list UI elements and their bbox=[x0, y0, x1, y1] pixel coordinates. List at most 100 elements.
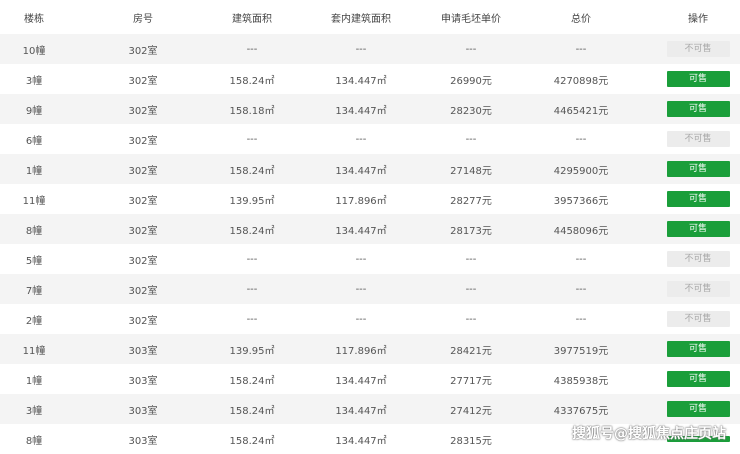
table-row: 3幢 303室 158.24㎡ 134.447㎡ 27412元 4337675元 可售 bbox=[0, 394, 740, 424]
available-button[interactable]: 可售 bbox=[666, 101, 730, 117]
unit-price-cell: 28315元 bbox=[450, 435, 492, 447]
area-cell: 158.24㎡ bbox=[229, 375, 275, 387]
area-cell: 158.24㎡ bbox=[229, 165, 275, 177]
area-cell: --- bbox=[246, 253, 258, 265]
inner-area-cell: --- bbox=[355, 133, 367, 145]
action-cell: 可售 bbox=[656, 101, 740, 117]
room-cell: 302室 bbox=[128, 315, 158, 327]
unit-price-cell: 28230元 bbox=[450, 105, 492, 117]
unit-price-cell: --- bbox=[465, 313, 477, 325]
action-cell: 可售 bbox=[656, 71, 740, 87]
table-row: 11幢 302室 139.95㎡ 117.896㎡ 28277元 3957366元 可售 bbox=[0, 184, 740, 214]
building-cell: 3幢 bbox=[25, 405, 43, 417]
table-row: 1幢 302室 158.24㎡ 134.447㎡ 27148元 4295900元 可售 bbox=[0, 154, 740, 184]
area-cell: 158.24㎡ bbox=[229, 75, 275, 87]
available-button[interactable]: 可售 bbox=[666, 191, 730, 207]
area-cell: 158.24㎡ bbox=[229, 405, 275, 417]
inner-area-cell: 117.896㎡ bbox=[335, 345, 387, 357]
room-cell: 302室 bbox=[128, 45, 158, 57]
action-cell: 不可售 bbox=[656, 251, 740, 267]
action-cell: 不可售 bbox=[656, 131, 740, 147]
inner-area-cell: --- bbox=[355, 283, 367, 295]
room-cell: 302室 bbox=[128, 255, 158, 267]
header-room: 房号 bbox=[133, 13, 153, 25]
building-cell: 11幢 bbox=[22, 195, 46, 207]
total-cell: 4270898元 bbox=[553, 75, 609, 87]
room-cell: 303室 bbox=[128, 375, 158, 387]
table-row: 11幢 303室 139.95㎡ 117.896㎡ 28421元 3977519元 可售 bbox=[0, 334, 740, 364]
action-cell: 可售 bbox=[656, 371, 740, 387]
watermark: 搜狐号@搜狐焦点庄页站 bbox=[572, 426, 726, 442]
table-row: 1幢 303室 158.24㎡ 134.447㎡ 27717元 4385938元 可售 bbox=[0, 364, 740, 394]
unit-price-cell: --- bbox=[465, 133, 477, 145]
room-cell: 302室 bbox=[128, 195, 158, 207]
room-cell: 303室 bbox=[128, 435, 158, 447]
building-cell: 5幢 bbox=[25, 255, 43, 267]
unavailable-button: 不可售 bbox=[666, 131, 730, 147]
total-cell: --- bbox=[575, 133, 587, 145]
building-cell: 10幢 bbox=[22, 45, 46, 57]
inner-area-cell: 134.447㎡ bbox=[335, 225, 387, 237]
table-header: 楼栋 房号 建筑面积 套内建筑面积 申请毛坯单价 总价 操作 bbox=[0, 0, 740, 34]
unit-price-cell: 28421元 bbox=[450, 345, 492, 357]
room-cell: 303室 bbox=[128, 345, 158, 357]
total-cell: 4385938元 bbox=[553, 375, 609, 387]
available-button[interactable]: 可售 bbox=[666, 341, 730, 357]
available-button[interactable]: 可售 bbox=[666, 161, 730, 177]
unavailable-button: 不可售 bbox=[666, 41, 730, 57]
room-cell: 302室 bbox=[128, 105, 158, 117]
building-cell: 7幢 bbox=[25, 285, 43, 297]
table-row: 3幢 302室 158.24㎡ 134.447㎡ 26990元 4270898元 可售 bbox=[0, 64, 740, 94]
area-cell: --- bbox=[246, 43, 258, 55]
room-cell: 302室 bbox=[128, 135, 158, 147]
available-button[interactable]: 可售 bbox=[666, 401, 730, 417]
table-row: 5幢 302室 --- --- --- --- 不可售 bbox=[0, 244, 740, 274]
total-cell: --- bbox=[575, 43, 587, 55]
unit-price-cell: --- bbox=[465, 43, 477, 55]
room-cell: 303室 bbox=[128, 405, 158, 417]
header-unit-price: 申请毛坯单价 bbox=[441, 13, 501, 25]
building-cell: 8幢 bbox=[25, 225, 43, 237]
unit-price-cell: 26990元 bbox=[450, 75, 492, 87]
inner-area-cell: 134.447㎡ bbox=[335, 435, 387, 447]
table-row: 6幢 302室 --- --- --- --- 不可售 bbox=[0, 124, 740, 154]
area-cell: 158.24㎡ bbox=[229, 435, 275, 447]
total-cell: 3957366元 bbox=[553, 195, 609, 207]
building-cell: 1幢 bbox=[25, 165, 43, 177]
area-cell: --- bbox=[246, 133, 258, 145]
room-cell: 302室 bbox=[128, 225, 158, 237]
total-cell: 3977519元 bbox=[553, 345, 609, 357]
area-cell: 139.95㎡ bbox=[229, 345, 275, 357]
header-area: 建筑面积 bbox=[232, 13, 272, 25]
unavailable-button: 不可售 bbox=[666, 251, 730, 267]
table-row: 9幢 302室 158.18㎡ 134.447㎡ 28230元 4465421元 可售 bbox=[0, 94, 740, 124]
area-cell: 139.95㎡ bbox=[229, 195, 275, 207]
available-button[interactable]: 可售 bbox=[666, 71, 730, 87]
room-cell: 302室 bbox=[128, 75, 158, 87]
inner-area-cell: 117.896㎡ bbox=[335, 195, 387, 207]
building-cell: 2幢 bbox=[25, 315, 43, 327]
area-cell: 158.24㎡ bbox=[229, 225, 275, 237]
unit-price-cell: 27148元 bbox=[450, 165, 492, 177]
area-cell: 158.18㎡ bbox=[229, 105, 275, 117]
action-cell: 可售 bbox=[656, 341, 740, 357]
inner-area-cell: 134.447㎡ bbox=[335, 75, 387, 87]
unit-price-cell: --- bbox=[465, 253, 477, 265]
building-cell: 1幢 bbox=[25, 375, 43, 387]
total-cell: --- bbox=[575, 253, 587, 265]
inner-area-cell: --- bbox=[355, 313, 367, 325]
available-button[interactable]: 可售 bbox=[666, 371, 730, 387]
table-row: 7幢 302室 --- --- --- --- 不可售 bbox=[0, 274, 740, 304]
unavailable-button: 不可售 bbox=[666, 311, 730, 327]
table-body: 10幢 302室 --- --- --- --- 不可售 3幢 302室 158.24㎡ 134.4… bbox=[0, 34, 740, 454]
total-cell: 4458096元 bbox=[553, 225, 609, 237]
action-cell: 可售 bbox=[656, 401, 740, 417]
room-cell: 302室 bbox=[128, 165, 158, 177]
total-cell: 4337675元 bbox=[553, 405, 609, 417]
total-cell: --- bbox=[575, 313, 587, 325]
action-cell: 不可售 bbox=[656, 281, 740, 297]
available-button[interactable]: 可售 bbox=[666, 221, 730, 237]
inner-area-cell: --- bbox=[355, 253, 367, 265]
header-building: 楼栋 bbox=[24, 13, 44, 25]
area-cell: --- bbox=[246, 283, 258, 295]
